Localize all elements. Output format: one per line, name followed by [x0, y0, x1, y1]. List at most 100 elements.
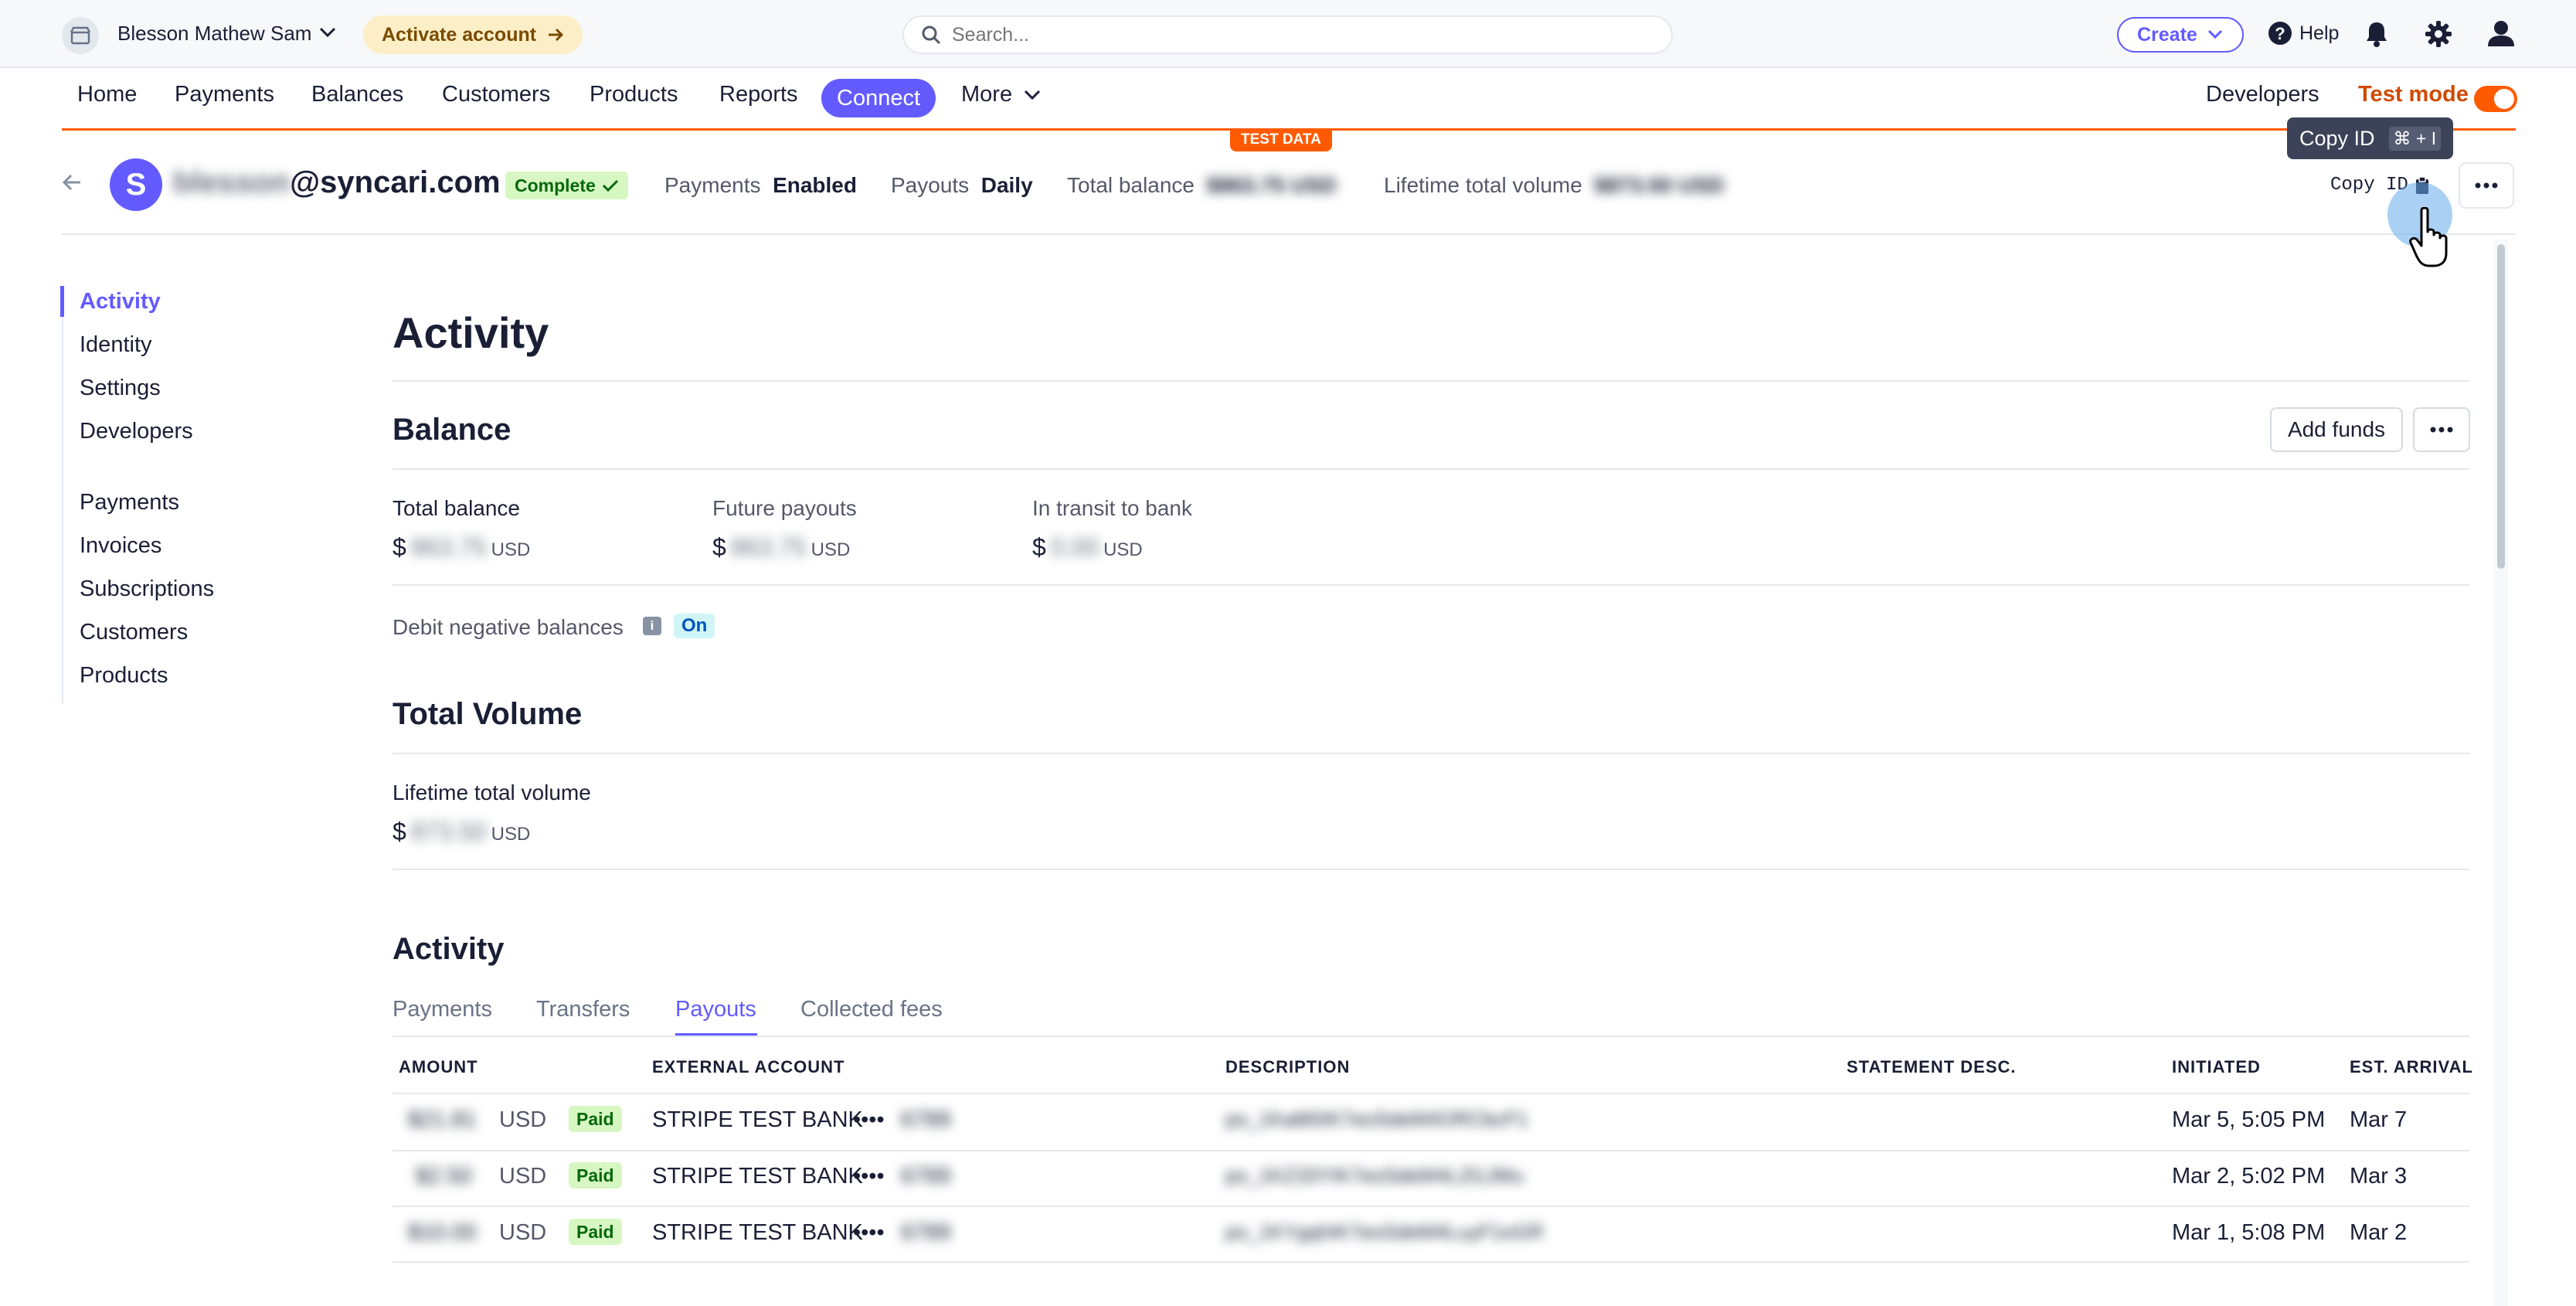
row-initiated: Mar 5, 5:05 PM	[2172, 1107, 2326, 1132]
row-bank-last4: 6789	[901, 1107, 951, 1132]
column-header-statement-desc[interactable]: STATEMENT DESC.	[1847, 1057, 2017, 1077]
column-header-amount[interactable]: AMOUNT	[399, 1057, 478, 1077]
account-email: blesson@syncari.com	[173, 165, 501, 200]
debit-status-badge: On	[674, 614, 715, 638]
header-total-balance-value: $863.75 USD	[1206, 173, 1337, 197]
sidebar-item-products[interactable]: Products	[80, 663, 168, 689]
nav-more[interactable]: More	[961, 82, 1042, 107]
row-divider	[393, 1261, 2469, 1263]
help-button[interactable]: ? Help	[2267, 20, 2339, 46]
account-more-button[interactable]	[2459, 162, 2514, 209]
divider	[393, 584, 2469, 586]
sidebar-item-customers[interactable]: Customers	[80, 620, 188, 645]
row-amount: $21.81	[408, 1107, 477, 1132]
lifetime-volume-label: Lifetime total volume	[393, 781, 591, 804]
payments-value: Enabled	[773, 173, 857, 197]
row-bank: STRIPE TEST BANK	[652, 1107, 863, 1132]
lifetime-volume-value: $873.50 USD	[393, 818, 530, 846]
user-icon[interactable]	[2486, 19, 2516, 52]
sidebar-item-activity[interactable]: Activity	[80, 289, 161, 315]
row-bank-last4: 6789	[901, 1220, 951, 1245]
account-name[interactable]: Blesson Mathew Sam	[117, 22, 311, 46]
column-header-description[interactable]: DESCRIPTION	[1225, 1057, 1350, 1077]
chevron-down-icon	[1025, 90, 1041, 100]
tab-payouts[interactable]: Payouts	[675, 997, 756, 1022]
header-total-balance: Total balance $863.75 USD	[1067, 173, 1337, 198]
row-bank-last4: 6789	[901, 1164, 951, 1189]
copy-id-tooltip: Copy ID ⌘ + I	[2287, 117, 2454, 159]
nav-payments[interactable]: Payments	[175, 82, 274, 107]
gear-icon[interactable]	[2425, 20, 2452, 52]
row-arrival: Mar 7	[2350, 1107, 2408, 1132]
header-lifetime-value: $873.50 USD	[1594, 173, 1725, 197]
status-label: Complete	[515, 175, 596, 196]
back-arrow-icon[interactable]	[62, 173, 82, 196]
sidebar-item-subscriptions[interactable]: Subscriptions	[80, 576, 214, 602]
bell-icon[interactable]	[2364, 20, 2389, 52]
nav-products[interactable]: Products	[590, 82, 678, 107]
create-button[interactable]: Create	[2117, 17, 2244, 53]
column-header-external-account[interactable]: EXTERNAL ACCOUNT	[652, 1057, 845, 1077]
row-bank-dots: ••••	[853, 1107, 885, 1132]
in-transit-label: In transit to bank	[1032, 496, 1193, 520]
column-header-initiated[interactable]: INITIATED	[2172, 1057, 2261, 1077]
tooltip-label: Copy ID	[2299, 126, 2375, 150]
search-icon	[922, 26, 941, 45]
arrow-right-icon	[549, 28, 564, 42]
store-icon[interactable]	[62, 17, 99, 54]
sidebar-item-identity[interactable]: Identity	[80, 332, 152, 358]
tab-transfers[interactable]: Transfers	[536, 997, 630, 1022]
payments-status: Payments Enabled	[664, 173, 857, 198]
activate-account-label: Activate account	[382, 23, 537, 46]
balance-more-button[interactable]	[2413, 407, 2470, 452]
email-domain: @syncari.com	[290, 165, 501, 199]
future-payouts-label: Future payouts	[712, 496, 857, 520]
row-bank-dots: ••••	[853, 1164, 885, 1189]
sidebar-item-developers[interactable]: Developers	[80, 419, 193, 444]
add-funds-button[interactable]: Add funds	[2270, 407, 2403, 452]
nav-balances[interactable]: Balances	[311, 82, 403, 107]
sidebar-item-payments[interactable]: Payments	[80, 490, 179, 515]
dollar-sign: $	[1032, 533, 1046, 561]
search-input[interactable]	[952, 23, 1570, 46]
chevron-down-icon	[2207, 29, 2222, 39]
test-data-tag: TEST DATA	[1230, 128, 1332, 151]
ellipsis-icon	[2430, 427, 2453, 433]
tab-collected-fees[interactable]: Collected fees	[800, 997, 943, 1022]
chevron-down-icon[interactable]	[318, 25, 337, 44]
payouts-status: Payouts Daily	[891, 173, 1033, 198]
search-bar[interactable]	[902, 15, 1673, 54]
sidebar-active-indicator	[60, 286, 64, 317]
info-icon[interactable]: i	[643, 617, 661, 635]
ellipsis-icon	[2475, 182, 2498, 189]
sidebar-item-invoices[interactable]: Invoices	[80, 533, 161, 559]
hand-cursor-icon	[2408, 206, 2454, 273]
payouts-label: Payouts	[891, 173, 970, 197]
total-balance-label: Total balance	[393, 496, 521, 520]
dollar-sign: $	[393, 533, 406, 561]
divider	[393, 468, 2469, 470]
divider	[393, 753, 2469, 754]
column-header-est-arrival[interactable]: EST. ARRIVAL	[2350, 1057, 2473, 1077]
nav-developers[interactable]: Developers	[2206, 82, 2319, 107]
sidebar-item-settings[interactable]: Settings	[80, 376, 161, 401]
nav-connect[interactable]: Connect	[821, 79, 936, 117]
dollar-sign: $	[393, 818, 406, 845]
divider	[393, 869, 2469, 870]
tab-payments[interactable]: Payments	[393, 997, 492, 1022]
nav-customers[interactable]: Customers	[442, 82, 550, 107]
scrollbar-thumb[interactable]	[2497, 244, 2505, 569]
toggle-knob	[2494, 89, 2514, 109]
future-payouts-value: $863.75 USD	[712, 533, 850, 562]
test-mode-toggle[interactable]	[2474, 86, 2517, 112]
activity-heading: Activity	[393, 932, 505, 966]
page-title: Activity	[393, 308, 549, 357]
paid-badge: Paid	[569, 1106, 622, 1132]
activate-account-button[interactable]: Activate account	[363, 15, 583, 54]
row-description: po_1KZ33YIK7eoSdeM4L2l1JMu	[1225, 1164, 1524, 1187]
nav-reports[interactable]: Reports	[719, 82, 798, 107]
payments-label: Payments	[664, 173, 761, 197]
row-bank: STRIPE TEST BANK	[652, 1220, 863, 1245]
nav-home[interactable]: Home	[77, 82, 137, 107]
row-amount: $10.00	[408, 1220, 477, 1245]
